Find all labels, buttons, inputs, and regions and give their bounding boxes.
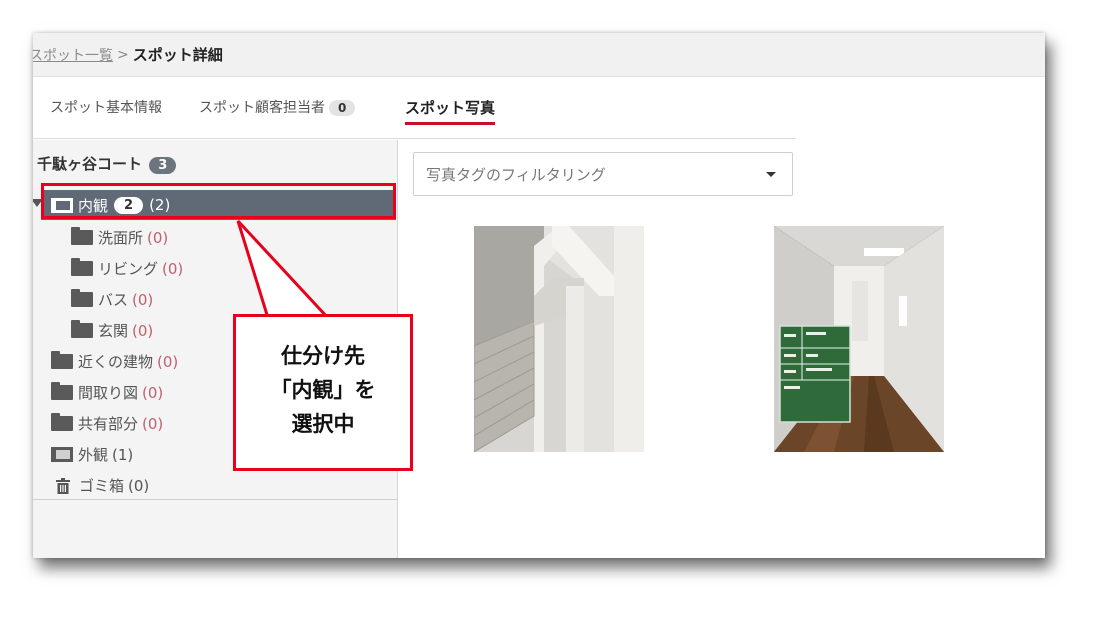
app-screen: スポット一覧 > スポット詳細 スポット基本情報 スポット顧客担当者 0 スポット… [33, 33, 1045, 558]
tree-node-living[interactable]: リビング (0) [71, 258, 183, 279]
breadcrumb-separator: > [117, 46, 129, 63]
breadcrumb-link-spot-list[interactable]: スポット一覧 [33, 45, 113, 65]
tree-node-exterior[interactable]: 外観 (1) [51, 444, 133, 465]
tree-node-bath[interactable]: バス (0) [71, 289, 153, 310]
tree-node-count: (0) [142, 383, 164, 402]
tree-node-label: 近くの建物 [78, 353, 154, 371]
tree-node-label: 間取り図 [78, 384, 139, 402]
tree-node-entrance[interactable]: 玄関 (0) [71, 320, 153, 341]
tab-customer-contact[interactable]: スポット顧客担当者 0 [199, 97, 356, 117]
trash-icon [56, 477, 70, 494]
tree-node-trash[interactable]: ゴミ箱 (0) [51, 475, 149, 496]
folder-icon [71, 227, 93, 245]
breadcrumb-current: スポット詳細 [132, 46, 223, 64]
tabs-divider-gap [796, 138, 1045, 139]
tab-bar: スポット基本情報 スポット顧客担当者 0 スポット写真 [33, 77, 1045, 139]
tree-node-floor-plan[interactable]: 間取り図 (0) [51, 382, 163, 403]
tab-label: スポット顧客担当者 [199, 100, 325, 116]
tab-label: スポット写真 [405, 99, 496, 117]
tree-node-count: (0) [132, 290, 154, 309]
annotation-callout: 仕分け先 「内観」を 選択中 [233, 314, 413, 471]
tree-node-count: (0) [132, 321, 154, 340]
breadcrumb: スポット一覧 > スポット詳細 [33, 33, 1045, 77]
folder-icon [71, 258, 93, 276]
tab-photos[interactable]: スポット写真 [405, 97, 496, 125]
tree-node-count: (0) [128, 476, 150, 495]
tree-node-label: 外観 [78, 446, 109, 464]
image-folder-icon [51, 447, 73, 462]
folder-icon [71, 289, 93, 307]
staircase-image [474, 226, 644, 452]
folder-icon [51, 413, 73, 431]
tree-node-count: (0) [157, 352, 179, 371]
folder-icon [71, 320, 93, 338]
tree-node-common-area[interactable]: 共有部分 (0) [51, 413, 163, 434]
photo-thumbnail-hallway[interactable] [774, 226, 944, 452]
tree-node-washroom[interactable]: 洗面所 (0) [71, 227, 168, 248]
tree-node-count: (0) [162, 259, 184, 278]
tree-node-label: 共有部分 [78, 415, 139, 433]
filter-placeholder: 写真タグのフィルタリング [426, 165, 606, 184]
tree-node-label: リビング [98, 260, 159, 278]
tree-node-label: バス [98, 291, 129, 309]
tree-bottom-divider [33, 499, 397, 500]
tree-node-nearby-buildings[interactable]: 近くの建物 (0) [51, 351, 178, 372]
folder-icon [51, 382, 73, 400]
tree-node-label: ゴミ箱 [79, 477, 125, 495]
tab-count-badge: 0 [329, 100, 356, 116]
folder-icon [51, 351, 73, 369]
photo-tag-filter-select[interactable]: 写真タグのフィルタリング [413, 152, 793, 196]
active-tab-indicator [405, 122, 496, 125]
hallway-image [774, 226, 944, 452]
tab-label: スポット基本情報 [50, 100, 162, 116]
selection-highlight-frame [41, 183, 396, 219]
tree-node-count: (1) [112, 445, 134, 464]
photo-thumbnail-staircase[interactable] [474, 226, 644, 452]
tree-root-count-badge: 3 [149, 157, 177, 174]
tree-node-label: 洗面所 [98, 229, 144, 247]
tree-node-label: 玄関 [98, 322, 129, 340]
chevron-down-icon [766, 171, 776, 177]
callout-text: 仕分け先 「内観」を 選択中 [270, 344, 376, 436]
tree-node-count: (0) [147, 228, 169, 247]
tab-basic-info[interactable]: スポット基本情報 [50, 97, 162, 117]
tree-root[interactable]: 千駄ヶ谷コート 3 [37, 153, 177, 174]
tree-root-label: 千駄ヶ谷コート [37, 155, 143, 173]
tree-node-count: (0) [142, 414, 164, 433]
